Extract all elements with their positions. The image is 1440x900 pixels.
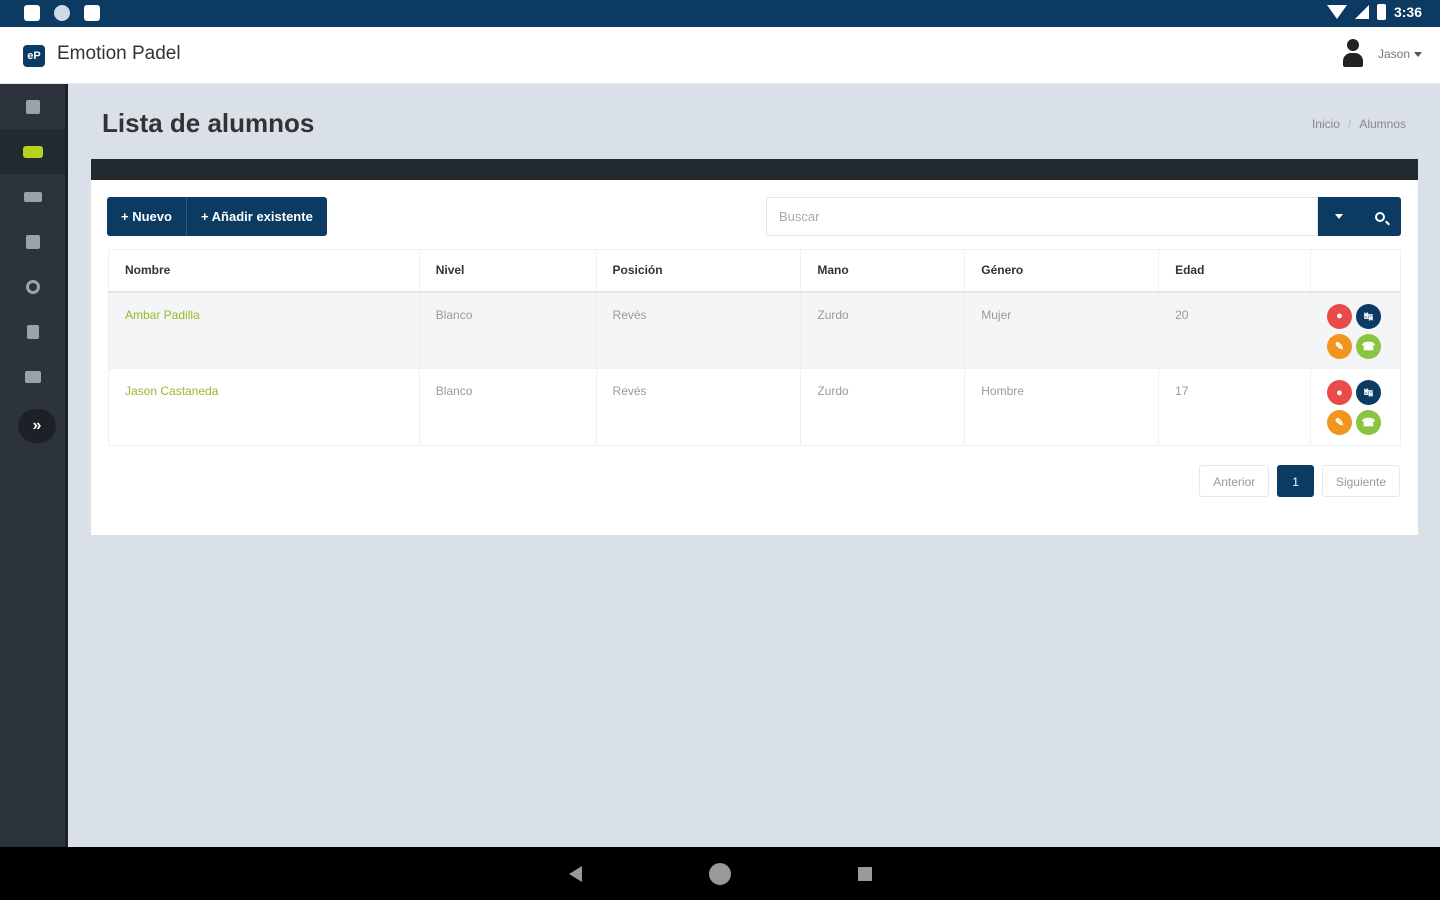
breadcrumb-inicio[interactable]: Inicio (1312, 117, 1340, 131)
cell-nivel: Blanco (418, 291, 597, 369)
user-menu[interactable]: Jason (1342, 39, 1422, 69)
recent-apps-icon[interactable] (858, 867, 872, 881)
search-icon (1375, 211, 1386, 222)
stats-icon[interactable]: ↹ (1355, 303, 1381, 329)
column-header-edad[interactable]: Edad (1158, 249, 1311, 293)
edit-icon[interactable]: ✎ (1326, 410, 1352, 435)
signal-icon (1354, 5, 1369, 19)
dumbbell-icon (23, 191, 42, 202)
sidebar-item-list[interactable] (0, 354, 65, 399)
breadcrumb-alumnos: Alumnos (1359, 117, 1406, 131)
cell-nombre: Jason Castaneda (108, 368, 420, 446)
page-title: Lista de alumnos (102, 108, 315, 138)
table-row: Ambar Padilla Blanco Revés Zurdo Mujer 2… (108, 291, 1402, 369)
column-header-posicion[interactable]: Posición (595, 249, 802, 293)
cell-actions: ● ↹ ✎ ☎ (1309, 291, 1402, 369)
search-input[interactable] (766, 197, 1318, 236)
cell-mano: Zurdo (800, 368, 966, 446)
breadcrumb-separator: / (1347, 117, 1352, 131)
sidebar-expand-button[interactable]: » (18, 409, 56, 443)
cell-edad: 17 (1158, 368, 1311, 446)
cell-mano: Zurdo (800, 291, 966, 369)
cell-actions: ● ↹ ✎ ☎ (1309, 368, 1402, 446)
pagination-page-button[interactable]: 1 (1277, 465, 1314, 497)
pagination-prev-button[interactable]: Anterior (1199, 465, 1270, 497)
breadcrumb: Inicio / Alumnos (1312, 117, 1406, 131)
search-button[interactable] (1360, 197, 1402, 236)
notification-sync-icon (54, 5, 70, 21)
notification-app-icon (24, 5, 40, 21)
column-header-actions (1309, 249, 1402, 293)
cell-genero: Hombre (964, 368, 1160, 446)
target-icon (25, 279, 40, 294)
status-notification-icons (24, 5, 100, 21)
chevron-down-icon (1414, 52, 1422, 58)
pagination-next-button[interactable]: Siguiente (1321, 465, 1400, 497)
cell-posicion: Revés (595, 291, 802, 369)
wifi-icon (1326, 5, 1347, 19)
cell-edad: 20 (1158, 291, 1311, 369)
status-system-icons: 3:36 (1326, 4, 1422, 20)
notification-sd-card-icon (84, 5, 100, 21)
app-name: Emotion Padel (57, 43, 181, 64)
app-logo[interactable]: eP (23, 45, 45, 67)
column-header-genero[interactable]: Género (964, 249, 1160, 293)
table-header-row: Nombre Nivel Posición Mano Género Edad (108, 249, 1402, 293)
table-row: Jason Castaneda Blanco Revés Zurdo Hombr… (108, 368, 1402, 446)
book-icon (26, 324, 39, 339)
sidebar-item-alumnos[interactable] (0, 129, 65, 174)
app-header: eP Emotion Padel Jason (0, 27, 1440, 84)
cell-nivel: Blanco (418, 368, 597, 446)
status-time: 3:36 (1393, 4, 1422, 20)
sidebar-item-target[interactable] (0, 264, 65, 309)
column-header-mano[interactable]: Mano (800, 249, 966, 293)
new-student-button[interactable]: + Nuevo (107, 197, 186, 236)
action-button-group: + Nuevo + Añadir existente (107, 197, 327, 236)
android-navigation-bar (0, 847, 1440, 900)
whatsapp-icon[interactable]: ☎ (1355, 410, 1381, 435)
dashboard-icon (25, 99, 40, 114)
android-status-bar: 3:36 (0, 0, 1440, 27)
calendar-icon (25, 234, 40, 249)
back-icon[interactable] (569, 866, 582, 882)
edit-icon[interactable]: ✎ (1326, 333, 1352, 359)
stats-icon[interactable]: ↹ (1355, 380, 1381, 405)
avatar-icon (1342, 39, 1364, 69)
remove-student-icon[interactable]: ● (1326, 380, 1352, 405)
students-table: Nombre Nivel Posición Mano Género Edad A… (108, 249, 1402, 446)
crown-icon (22, 145, 43, 158)
whatsapp-icon[interactable]: ☎ (1355, 333, 1381, 359)
cell-posicion: Revés (595, 368, 802, 446)
home-icon[interactable] (709, 863, 731, 885)
sidebar-item-book[interactable] (0, 309, 65, 354)
sidebar-item-dashboard[interactable] (0, 84, 65, 129)
list-icon (24, 370, 41, 383)
add-existing-button[interactable]: + Añadir existente (185, 197, 327, 236)
pagination: Anterior 1 Siguiente (1199, 465, 1400, 497)
card-header-bar (91, 159, 1418, 180)
user-name: Jason (1378, 47, 1422, 61)
column-header-nombre[interactable]: Nombre (108, 249, 420, 293)
sidebar: » (0, 84, 68, 847)
sidebar-item-training[interactable] (0, 174, 65, 219)
remove-student-icon[interactable]: ● (1326, 303, 1352, 329)
student-name-link[interactable]: Ambar Padilla (125, 308, 200, 322)
students-card: + Nuevo + Añadir existente Nombre Nivel … (91, 159, 1418, 535)
sidebar-item-calendar[interactable] (0, 219, 65, 264)
search-filter-dropdown-button[interactable] (1318, 197, 1360, 236)
search-buttons (1318, 197, 1401, 236)
student-name-link[interactable]: Jason Castaneda (125, 384, 218, 398)
cell-genero: Mujer (964, 291, 1160, 369)
column-header-nivel[interactable]: Nivel (418, 249, 597, 293)
chevron-down-icon (1334, 214, 1343, 219)
cell-nombre: Ambar Padilla (108, 291, 420, 369)
battery-icon (1376, 4, 1386, 20)
